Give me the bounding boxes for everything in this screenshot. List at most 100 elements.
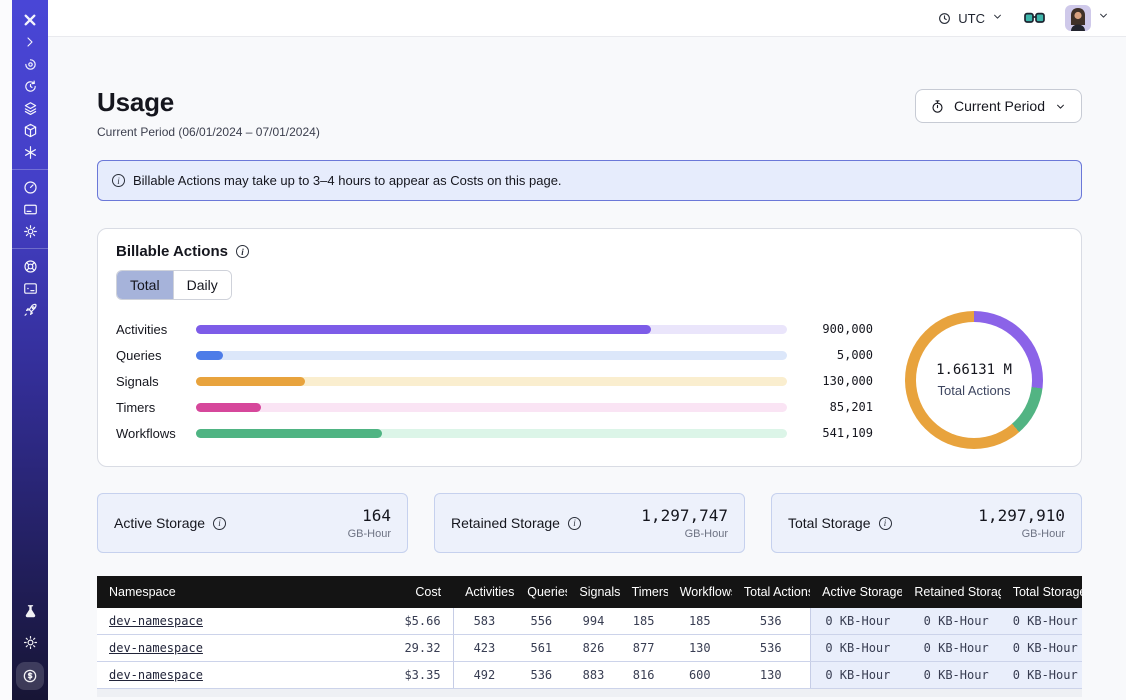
namespace-link[interactable]: dev-namespace: [109, 668, 203, 682]
total-storage-unit: GB-Hour: [978, 528, 1065, 540]
table-row: dev-namespace$3.354925368838166001300 KB…: [97, 662, 1082, 689]
stopwatch-icon: [930, 99, 945, 114]
column-header-namespace: Namespace: [97, 576, 351, 608]
namespace-link[interactable]: dev-namespace: [109, 641, 203, 655]
terminal-icon[interactable]: [16, 277, 44, 299]
cell-workflows: 600: [668, 662, 732, 689]
bar-value: 85,201: [801, 400, 873, 414]
page-subtitle: Current Period (06/01/2024 – 07/01/2024): [97, 125, 320, 139]
total-storage-value: 1,297,910: [978, 506, 1065, 525]
cell-namespace: dev-namespace: [97, 608, 351, 635]
glasses-icon[interactable]: [1024, 12, 1045, 25]
column-header-queries: Queries: [515, 576, 567, 608]
active-storage-card: Active Storage i 164 GB-Hour: [97, 493, 408, 553]
column-header-signals: Signals: [567, 576, 619, 608]
bar-track: [196, 351, 787, 360]
banner-text: Billable Actions may take up to 3–4 hour…: [133, 173, 562, 188]
support-lifebuoy-icon[interactable]: [16, 255, 44, 277]
cell-activities: 583: [453, 608, 515, 635]
sidebar: [12, 0, 48, 700]
app-window: UTC Usage Current Period (06/01/2024 – 0…: [0, 0, 1126, 700]
column-header-activities: Activities: [453, 576, 515, 608]
retained-storage-unit: GB-Hour: [641, 528, 728, 540]
column-header-total-storage: Total Storage: [1001, 576, 1082, 608]
billing-card-icon[interactable]: [16, 198, 44, 220]
clock-icon: [937, 11, 952, 26]
cell-total-storage: 0 KB-Hour: [1001, 608, 1082, 635]
schedules-retry-clock-icon[interactable]: [16, 75, 44, 97]
cell-workflows: 185: [668, 608, 732, 635]
cell-queries: 561: [515, 635, 567, 662]
bar-value: 900,000: [801, 322, 873, 336]
cell-cost: 29.32: [351, 635, 453, 662]
cell-retained-storage: 0 KB-Hour: [902, 608, 1000, 635]
bar-label: Workflows: [116, 426, 182, 441]
tab-daily[interactable]: Daily: [173, 271, 231, 299]
cell-total-storage: 0 KB-Hour: [1001, 662, 1082, 689]
namespaces-spiral-icon[interactable]: [16, 53, 44, 75]
total-storage-card: Total Storage i 1,297,910 GB-Hour: [771, 493, 1082, 553]
temporal-logo[interactable]: [16, 9, 44, 31]
billable-actions-title: Billable Actions: [116, 243, 228, 260]
info-icon[interactable]: i: [213, 517, 226, 530]
namespace-link[interactable]: dev-namespace: [109, 614, 203, 628]
cell-total-actions: 130: [732, 662, 810, 689]
billable-bar-row: Workflows 541,109: [116, 426, 873, 439]
cell-queries: 556: [515, 608, 567, 635]
tab-total[interactable]: Total: [117, 271, 173, 299]
cell-active-storage: 0 KB-Hour: [810, 608, 902, 635]
info-icon[interactable]: i: [879, 517, 892, 530]
cell-namespace: dev-namespace: [97, 635, 351, 662]
billable-bar-row: Timers 85,201: [116, 400, 873, 413]
table-header-row: NamespaceCostActivitiesQueriesSignalsTim…: [97, 576, 1082, 608]
billable-bar-row: Signals 130,000: [116, 374, 873, 387]
retained-storage-value: 1,297,747: [641, 506, 728, 525]
cell-active-storage: 0 KB-Hour: [810, 635, 902, 662]
bar-track: [196, 429, 787, 438]
user-menu[interactable]: [1065, 5, 1110, 31]
usage-gauge-icon[interactable]: [16, 176, 44, 198]
billable-bar-row: Activities 900,000: [116, 322, 873, 335]
bar-fill: [196, 403, 261, 412]
cell-timers: 816: [620, 662, 668, 689]
cell-activities: 492: [453, 662, 515, 689]
cell-signals: 826: [567, 635, 619, 662]
bar-label: Signals: [116, 374, 182, 389]
timezone-selector[interactable]: UTC: [937, 10, 1004, 26]
user-avatar: [1065, 5, 1091, 31]
theme-sun-icon[interactable]: [16, 631, 44, 653]
table-row: dev-namespace$5.665835569941851855360 KB…: [97, 608, 1082, 635]
cell-namespace: dev-namespace: [97, 662, 351, 689]
period-selector-button[interactable]: Current Period: [915, 89, 1082, 123]
cell-total-storage: 0 KB-Hour: [1001, 635, 1082, 662]
cell-cost: $5.66: [351, 608, 453, 635]
usage-table: NamespaceCostActivitiesQueriesSignalsTim…: [97, 576, 1082, 697]
labs-flask-icon[interactable]: [16, 600, 44, 622]
table-row: dev-namespace29.324235618268771305360 KB…: [97, 635, 1082, 662]
settings-gear-icon[interactable]: [16, 220, 44, 242]
column-header-active-storage: Active Storage: [810, 576, 902, 608]
sidebar-bottom-group: [16, 600, 44, 690]
nexus-asterisk-icon[interactable]: [16, 141, 44, 163]
billable-actions-card: Billable Actions i Total Daily Activitie…: [97, 228, 1082, 467]
cell-queries: 536: [515, 662, 567, 689]
column-header-workflows: Workflows: [668, 576, 732, 608]
info-icon[interactable]: i: [568, 517, 581, 530]
bar-fill: [196, 377, 305, 386]
bar-fill: [196, 325, 651, 334]
billing-dollar-icon[interactable]: [16, 662, 44, 690]
rocket-icon[interactable]: [16, 299, 44, 321]
layers-icon[interactable]: [16, 97, 44, 119]
info-icon[interactable]: i: [236, 245, 249, 258]
cell-retained-storage: 0 KB-Hour: [902, 662, 1000, 689]
retained-storage-card: Retained Storage i 1,297,747 GB-Hour: [434, 493, 745, 553]
bar-track: [196, 325, 787, 334]
bar-label: Timers: [116, 400, 182, 415]
storage-summary-row: Active Storage i 164 GB-Hour Retained St…: [97, 493, 1082, 553]
donut-total-value: 1.66131 M: [936, 362, 1012, 378]
chevron-right-icon[interactable]: [16, 31, 44, 53]
bar-value: 130,000: [801, 374, 873, 388]
bar-value: 5,000: [801, 348, 873, 362]
column-header-timers: Timers: [620, 576, 668, 608]
cube-icon[interactable]: [16, 119, 44, 141]
